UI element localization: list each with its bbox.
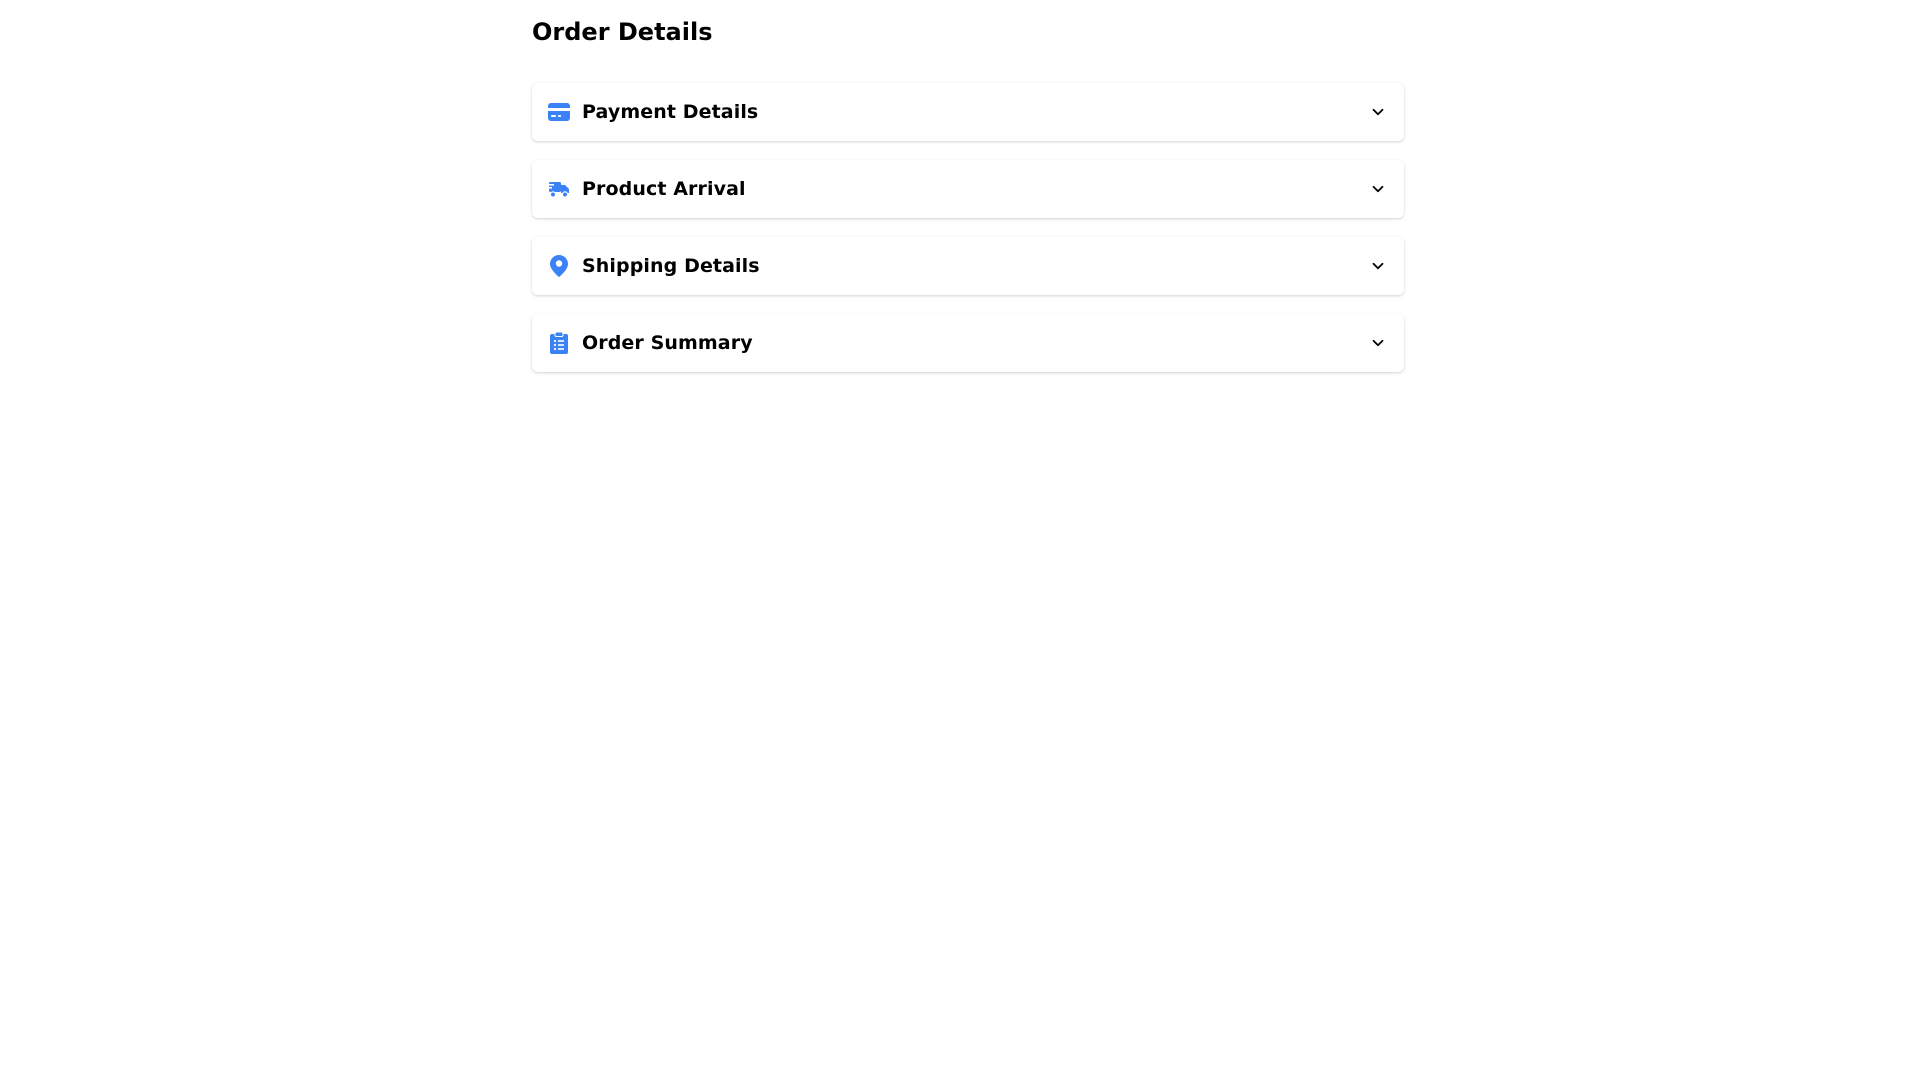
chevron-down-icon[interactable] [1370,258,1386,274]
accordion-item-product-arrival[interactable]: Product Arrival [532,160,1404,218]
accordion-item-payment-details[interactable]: Payment Details [532,83,1404,141]
truck-icon [548,178,570,200]
map-pin-icon [548,255,570,277]
chevron-down-icon[interactable] [1370,181,1386,197]
clipboard-list-icon [548,332,570,354]
accordion-item-label: Order Summary [582,332,753,354]
page-title: Order Details [532,18,713,46]
accordion-item-order-summary[interactable]: Order Summary [532,314,1404,372]
accordion-item-label: Shipping Details [582,255,760,277]
credit-card-icon [548,101,570,123]
accordion-item-label: Payment Details [582,101,759,123]
accordion-item-shipping-details[interactable]: Shipping Details [532,237,1404,295]
order-details-panel: Order Details Payment Details Product Ar… [532,12,1404,391]
accordion-item-label: Product Arrival [582,178,746,200]
chevron-down-icon[interactable] [1370,335,1386,351]
accordion: Payment Details Product Arrival Shipping… [532,83,1404,372]
chevron-down-icon[interactable] [1370,104,1386,120]
